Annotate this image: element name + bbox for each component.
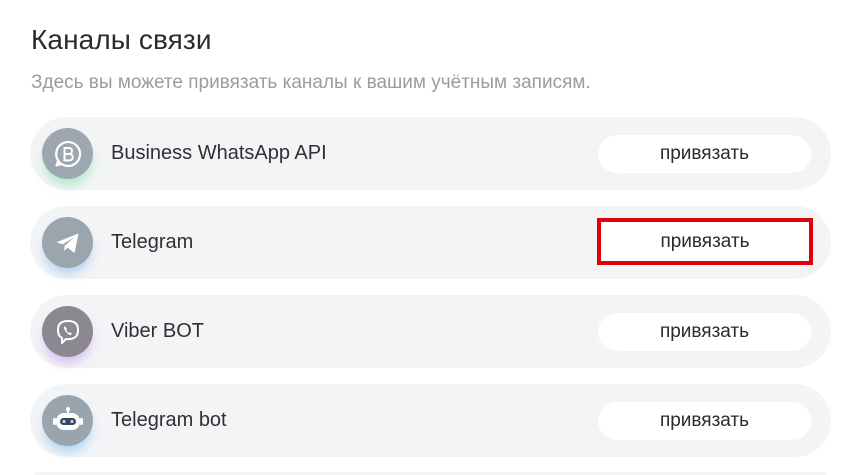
channel-row-viber: Viber BOT привязать bbox=[30, 295, 831, 368]
channel-name: Business WhatsApp API bbox=[111, 142, 327, 164]
bind-button-whatsapp-business[interactable]: привязать bbox=[598, 135, 811, 173]
channel-name: Telegram bbox=[111, 231, 194, 253]
page-subtitle: Здесь вы можете привязать каналы к вашим… bbox=[31, 72, 591, 93]
channel-name: Viber BOT bbox=[111, 320, 204, 342]
channel-list: Business WhatsApp API привязать Telegram… bbox=[30, 117, 831, 473]
bind-button-viber[interactable]: привязать bbox=[598, 313, 811, 351]
page-title: Каналы связи bbox=[31, 24, 212, 55]
channel-row-telegram-bot: Telegram bot привязать bbox=[30, 384, 831, 457]
channel-name: Telegram bot bbox=[111, 409, 227, 431]
telegram-icon bbox=[42, 217, 93, 268]
viber-icon bbox=[42, 306, 93, 357]
robot-icon bbox=[42, 395, 93, 446]
bind-button-telegram-bot[interactable]: привязать bbox=[598, 402, 811, 440]
channels-page: Каналы связи Здесь вы можете привязать к… bbox=[0, 0, 844, 475]
whatsapp-business-icon bbox=[42, 128, 93, 179]
channel-row-telegram: Telegram привязать bbox=[30, 206, 831, 279]
channel-row-whatsapp-business: Business WhatsApp API привязать bbox=[30, 117, 831, 190]
bind-button-telegram[interactable]: привязать bbox=[597, 218, 813, 265]
